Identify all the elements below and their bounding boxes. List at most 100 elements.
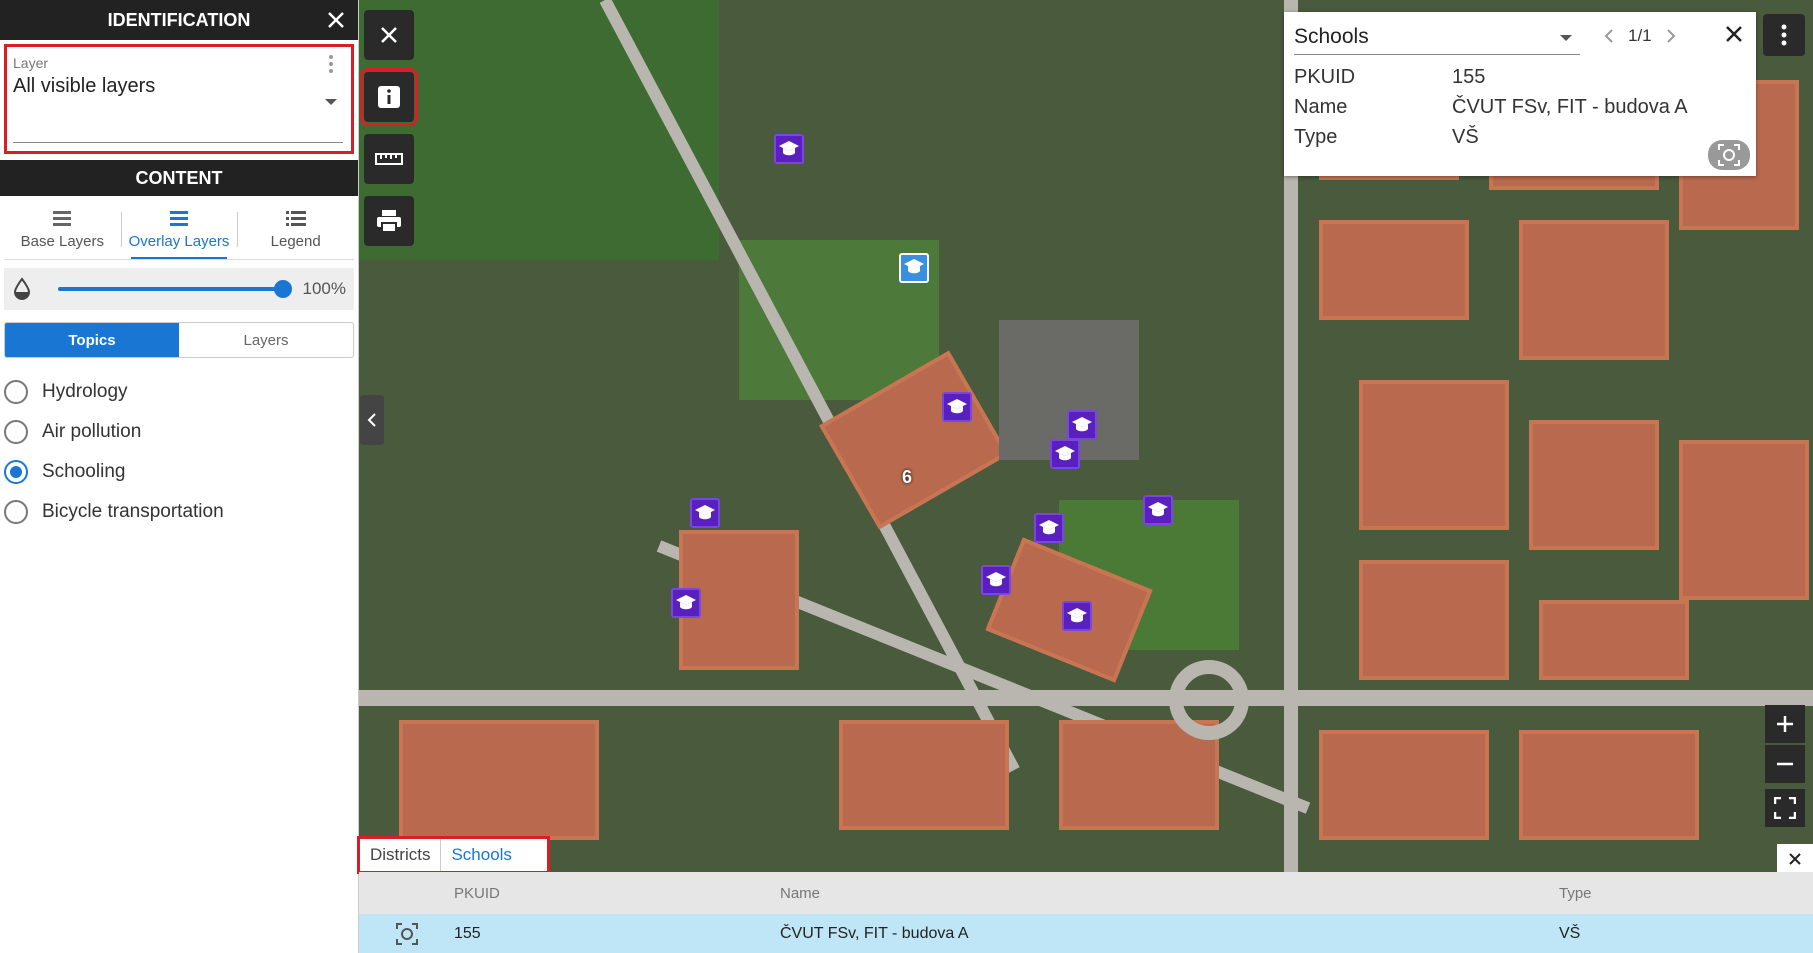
radio-button-selected[interactable] [4,460,28,484]
identify-tool-button[interactable] [360,68,418,126]
zoom-to-feature-button[interactable] [1708,140,1750,170]
school-marker[interactable] [1143,495,1173,525]
close-map-tool-button[interactable] [364,10,414,60]
minus-icon [1777,762,1793,766]
content-title: CONTENT [135,167,223,188]
graduation-cap-icon [779,141,799,156]
content-header: CONTENT [0,160,358,196]
content-tabs: Base Layers Overlay Layers Legend [4,200,354,260]
school-marker[interactable] [1034,513,1064,543]
more-vertical-icon [1781,24,1787,46]
radio-button[interactable] [4,420,28,444]
identification-popup: Schools 1/1 PKUID 155 Name ČVUT FSv, FIT… [1284,12,1756,176]
graduation-cap-icon [1148,502,1168,517]
close-icon [328,12,344,28]
school-marker[interactable] [1067,410,1097,440]
radio-button[interactable] [4,380,28,404]
chevron-left-icon [367,413,376,427]
table-row[interactable]: 155 ČVUT FSv, FIT - budova A VŠ [359,914,1813,953]
tab-base-layers[interactable]: Base Layers [4,200,121,259]
topic-label: Bicycle transportation [42,501,224,522]
popup-value: VŠ [1452,125,1479,148]
attribute-table: PKUID Name Type 155 ČVUT FSv, FIT - budo… [359,872,1813,953]
topic-label: Schooling [42,461,126,482]
identification-header: IDENTIFICATION [0,0,358,40]
layer-select-value: All visible layers [13,75,156,97]
school-marker[interactable] [690,498,720,528]
map-view[interactable]: 6 Schools 1/1 PKUID 155 Name ČVUT FSv, F… [359,0,1813,872]
next-icon[interactable] [1666,28,1676,44]
print-button[interactable] [364,196,414,246]
fullscreen-icon [1774,797,1796,819]
previous-icon[interactable] [1604,28,1614,44]
tab-schools[interactable]: Schools [440,839,522,871]
opacity-slider-handle[interactable] [274,280,292,298]
column-header-type[interactable]: Type [1559,885,1813,902]
topic-bicycle-transportation[interactable]: Bicycle transportation [0,492,358,532]
table-header: PKUID Name Type [359,872,1813,914]
topic-schooling[interactable]: Schooling [0,452,358,492]
cluster-count-label[interactable]: 6 [902,467,912,488]
tab-base-layers-label: Base Layers [20,233,105,250]
school-marker[interactable] [942,392,972,422]
graduation-cap-icon [676,595,696,610]
topic-label: Hydrology [42,381,128,402]
popup-key: Type [1294,125,1338,148]
zoom-to-row-button[interactable] [359,922,454,945]
toggle-layers[interactable]: Layers [179,323,353,357]
popup-layer-value: Schools [1294,24,1369,48]
school-marker[interactable] [981,565,1011,595]
overlay-layers-icon [170,211,188,226]
close-popup-button[interactable] [1724,24,1744,49]
school-marker[interactable] [1050,439,1080,469]
opacity-drop-icon [13,277,31,300]
more-options-icon[interactable] [329,55,333,76]
radio-button[interactable] [4,500,28,524]
graduation-cap-icon [1072,417,1092,432]
chevron-down-icon [1560,35,1572,41]
zoom-to-feature-icon [1718,144,1740,166]
zoom-in-button[interactable] [1765,705,1805,743]
topic-hydrology[interactable]: Hydrology [0,372,358,412]
map-menu-button[interactable] [1763,14,1805,56]
column-header-name[interactable]: Name [780,885,1559,902]
topic-label: Air pollution [42,421,142,442]
close-icon [381,27,397,43]
topic-air-pollution[interactable]: Air pollution [0,412,358,452]
left-panel: IDENTIFICATION Layer All visible layers … [0,0,359,953]
close-attribute-table-button[interactable] [1777,844,1813,874]
opacity-slider[interactable] [58,280,292,298]
school-marker[interactable] [671,588,701,618]
attribute-layer-tabs: Districts Schools [357,836,550,874]
popup-row-name: Name ČVUT FSv, FIT - budova A [1284,92,1756,122]
opacity-value: 100% [302,279,346,298]
tab-overlay-layers[interactable]: Overlay Layers [120,200,238,259]
cell-pkuid: 155 [454,924,481,942]
popup-value: ČVUT FSv, FIT - budova A [1452,95,1688,118]
popup-pager: 1/1 [1604,26,1676,46]
close-panel-button[interactable] [322,6,350,34]
identification-title: IDENTIFICATION [107,9,251,30]
ruler-icon [375,153,403,165]
school-marker[interactable] [774,134,804,164]
zoom-out-button[interactable] [1765,745,1805,783]
measure-tool-button[interactable] [364,134,414,184]
column-header-pkuid[interactable]: PKUID [454,885,780,902]
graduation-cap-icon [695,505,715,520]
toggle-topics[interactable]: Topics [5,323,179,357]
fullscreen-button[interactable] [1765,789,1805,827]
tab-districts[interactable]: Districts [360,839,440,871]
tab-overlay-layers-label: Overlay Layers [128,233,230,250]
info-icon [378,86,400,108]
close-icon [1726,26,1742,42]
collapse-panel-button[interactable] [360,395,384,445]
layer-select[interactable]: Layer All visible layers [4,44,354,154]
school-marker[interactable] [1062,601,1092,631]
tab-legend[interactable]: Legend [237,200,354,259]
graduation-cap-icon [1055,446,1075,461]
popup-layer-select[interactable]: Schools [1294,19,1580,55]
popup-row-type: Type VŠ [1284,122,1756,152]
layer-select-label: Layer [13,55,49,71]
popup-key: Name [1294,95,1348,118]
selected-school-marker[interactable] [899,253,929,283]
